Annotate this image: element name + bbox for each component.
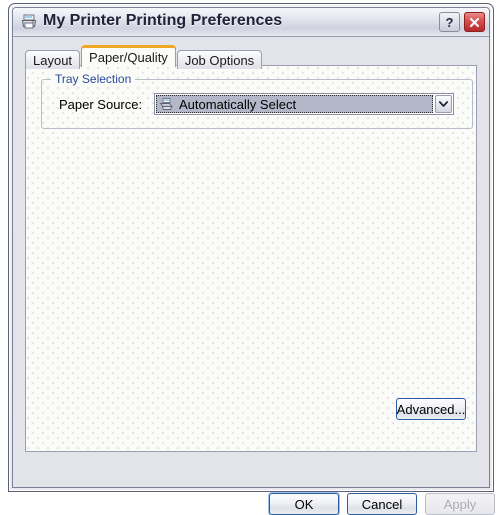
help-button[interactable]: ? <box>439 12 460 32</box>
ok-button-label: OK <box>294 496 314 512</box>
tab-paper-quality-label: Paper/Quality <box>89 50 168 65</box>
tab-job-options[interactable]: Job Options <box>176 50 263 69</box>
group-tray-selection-legend: Tray Selection <box>51 72 136 86</box>
dialog-window-inner: My Printer Printing Preferences ? Layout… <box>12 7 495 515</box>
paper-source-dropdown-button[interactable] <box>435 95 452 113</box>
apply-button-label: Apply <box>443 496 477 512</box>
advanced-button-label: Advanced... <box>396 401 466 417</box>
chevron-down-icon <box>439 101 448 107</box>
advanced-button[interactable]: Advanced... <box>396 398 466 420</box>
cancel-button[interactable]: Cancel <box>347 493 417 515</box>
paper-source-combobox-field[interactable]: Automatically Select <box>156 95 433 113</box>
paper-tray-icon <box>159 97 175 111</box>
window-title: My Printer Printing Preferences <box>43 12 283 29</box>
help-button-label: ? <box>445 14 454 30</box>
paper-source-label: Paper Source: <box>59 97 143 112</box>
paper-source-combobox[interactable]: Automatically Select <box>154 93 454 115</box>
dialog-window: My Printer Printing Preferences ? Layout… <box>8 3 495 515</box>
tab-strip: Layout Paper/Quality Job Options <box>25 45 263 69</box>
cancel-button-label: Cancel <box>361 496 403 512</box>
close-button[interactable] <box>464 12 485 32</box>
tab-job-options-label: Job Options <box>184 52 255 68</box>
close-icon <box>469 17 480 27</box>
printer-icon <box>20 13 38 31</box>
tab-layout[interactable]: Layout <box>25 50 81 69</box>
group-tray-selection: Tray Selection Paper Source: Automatical… <box>41 72 473 129</box>
tab-panel-paper-quality: Tray Selection Paper Source: Automatical… <box>25 65 477 452</box>
tab-paper-quality[interactable]: Paper/Quality <box>81 45 176 67</box>
title-bar[interactable]: My Printer Printing Preferences ? <box>13 8 489 37</box>
tab-layout-label: Layout <box>33 52 73 68</box>
ok-button[interactable]: OK <box>269 493 339 515</box>
dialog-client-area: Layout Paper/Quality Job Options Tray Se… <box>13 37 495 515</box>
apply-button: Apply <box>425 493 495 515</box>
paper-source-value: Automatically Select <box>179 96 297 112</box>
